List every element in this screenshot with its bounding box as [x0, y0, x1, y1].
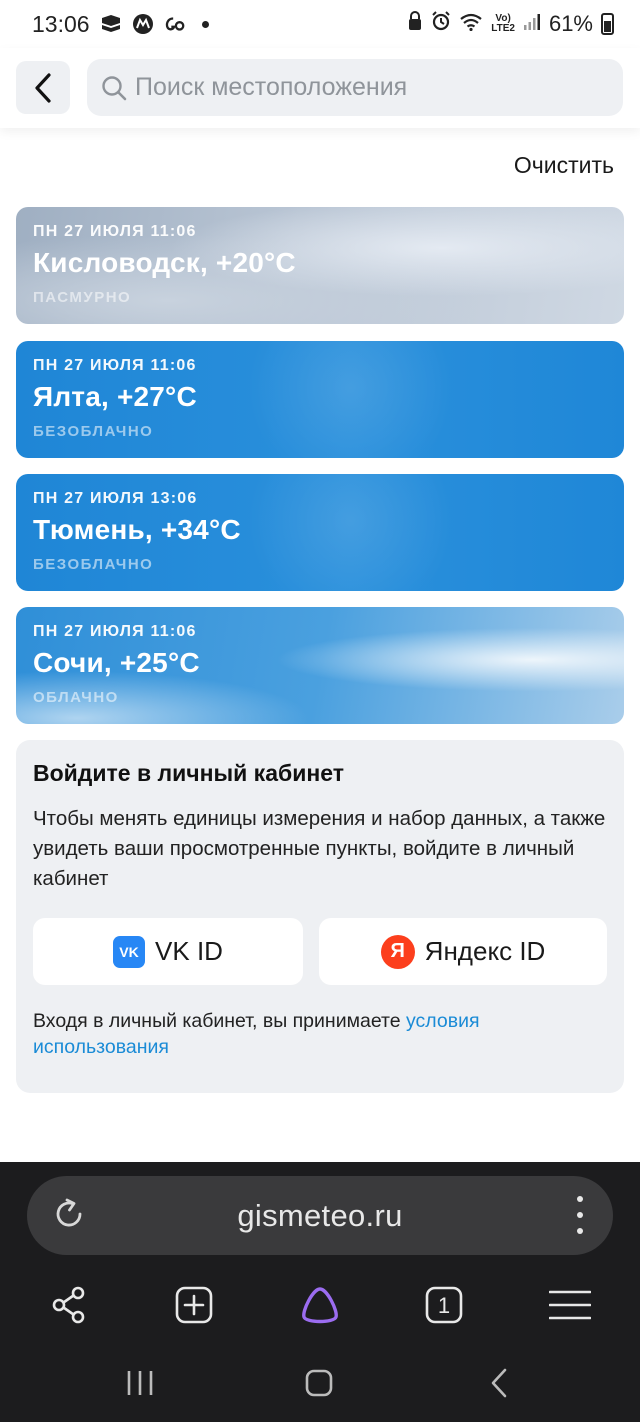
- lte-indicator: Vo) LTE2: [491, 13, 515, 34]
- notification-dot-icon: [201, 20, 209, 28]
- system-navigation-bar: [0, 1358, 640, 1408]
- search-header: [0, 48, 640, 128]
- more-menu-icon[interactable]: [575, 1196, 585, 1234]
- card-condition: безоблачно: [33, 423, 154, 440]
- home-button[interactable]: [294, 1358, 344, 1408]
- login-description: Чтобы менять единицы измерения и набор д…: [33, 807, 606, 890]
- recent-location-card[interactable]: ПН 27 июля 13:06 Тюмень, +34°C безоблачн…: [16, 474, 624, 591]
- app-notification-icon: [164, 14, 186, 34]
- card-condition: безоблачно: [33, 556, 154, 573]
- alice-assistant-button[interactable]: [295, 1280, 345, 1330]
- alice-icon: [302, 1287, 338, 1324]
- vk-id-label: VK ID: [155, 936, 223, 966]
- recent-location-card[interactable]: ПН 27 июля 11:06 Ялта, +27°C безоблачно: [16, 341, 624, 458]
- share-button[interactable]: [44, 1280, 94, 1330]
- address-bar[interactable]: gismeteo.ru: [27, 1176, 613, 1255]
- login-panel: Войдите в личный кабинет Чтобы менять ед…: [16, 740, 624, 1093]
- recent-apps-icon: [127, 1371, 153, 1395]
- reload-icon[interactable]: [51, 1196, 87, 1232]
- search-field[interactable]: [87, 59, 623, 116]
- recent-apps-button[interactable]: [115, 1358, 165, 1408]
- signal-icon: [523, 11, 541, 37]
- search-icon: [102, 75, 127, 100]
- login-title: Войдите в личный кабинет: [33, 760, 344, 786]
- card-condition: облачно: [33, 689, 119, 706]
- card-date: ПН 27 июля 11:06: [33, 623, 197, 640]
- share-icon: [52, 1286, 85, 1324]
- tabs-count-icon: 1: [425, 1286, 463, 1324]
- status-time: 13:06: [32, 10, 90, 37]
- browser-bar: gismeteo.ru 1: [0, 1162, 640, 1422]
- recent-location-card[interactable]: ПН 27 июля 11:06 Сочи, +25°C облачно: [16, 607, 624, 724]
- clear-history-button[interactable]: Очистить: [514, 152, 614, 179]
- status-bar: 13:06 Vo) LTE2 61%: [0, 0, 640, 48]
- card-date: ПН 27 июля 11:06: [33, 357, 197, 374]
- system-back-button[interactable]: [474, 1358, 524, 1408]
- recent-location-card[interactable]: ПН 27 июля 11:06 Кисловодск, +20°C пасму…: [16, 207, 624, 324]
- back-button[interactable]: [16, 61, 70, 114]
- plus-square-icon: [175, 1286, 213, 1324]
- back-arrow-icon: [491, 1368, 507, 1398]
- home-icon: [305, 1369, 333, 1397]
- hamburger-icon: [549, 1290, 591, 1320]
- browser-menu-button[interactable]: [545, 1280, 595, 1330]
- yandex-id-label: Яндекс ID: [424, 936, 546, 966]
- tabs-button[interactable]: 1: [419, 1280, 469, 1330]
- card-date: ПН 27 июля 11:06: [33, 223, 197, 240]
- card-city-temp: Сочи, +25°C: [33, 647, 200, 678]
- url-text: gismeteo.ru: [237, 1197, 403, 1233]
- search-input[interactable]: [135, 73, 605, 102]
- tabs-count: 1: [438, 1293, 450, 1318]
- yandex-id-button[interactable]: Я Яндекс ID: [319, 918, 607, 985]
- lock-icon: [407, 11, 423, 37]
- chevron-left-icon: [35, 72, 51, 103]
- card-city-temp: Тюмень, +34°C: [33, 514, 241, 545]
- vk-logo-icon: VK: [113, 935, 146, 968]
- battery-percent: 61%: [548, 11, 593, 36]
- app-notification-icon: [132, 14, 154, 34]
- battery-icon: [601, 13, 614, 35]
- yandex-logo-icon: Я: [380, 934, 415, 969]
- card-city-temp: Ялта, +27°C: [33, 381, 197, 412]
- vk-id-button[interactable]: VK VK ID: [33, 918, 303, 985]
- app-notification-icon: [100, 14, 122, 34]
- wifi-icon: [459, 11, 483, 37]
- browser-toolbar: 1: [0, 1280, 640, 1330]
- card-date: ПН 27 июля 13:06: [33, 490, 198, 507]
- card-city-temp: Кисловодск, +20°C: [33, 247, 296, 278]
- terms-text: Входя в личный кабинет, вы принимаете: [33, 1010, 407, 1032]
- alarm-icon: [431, 11, 451, 37]
- card-condition: пасмурно: [33, 289, 132, 306]
- new-tab-button[interactable]: [169, 1280, 219, 1330]
- terms-notice: Входя в личный кабинет, вы принимаете ус…: [33, 1008, 593, 1060]
